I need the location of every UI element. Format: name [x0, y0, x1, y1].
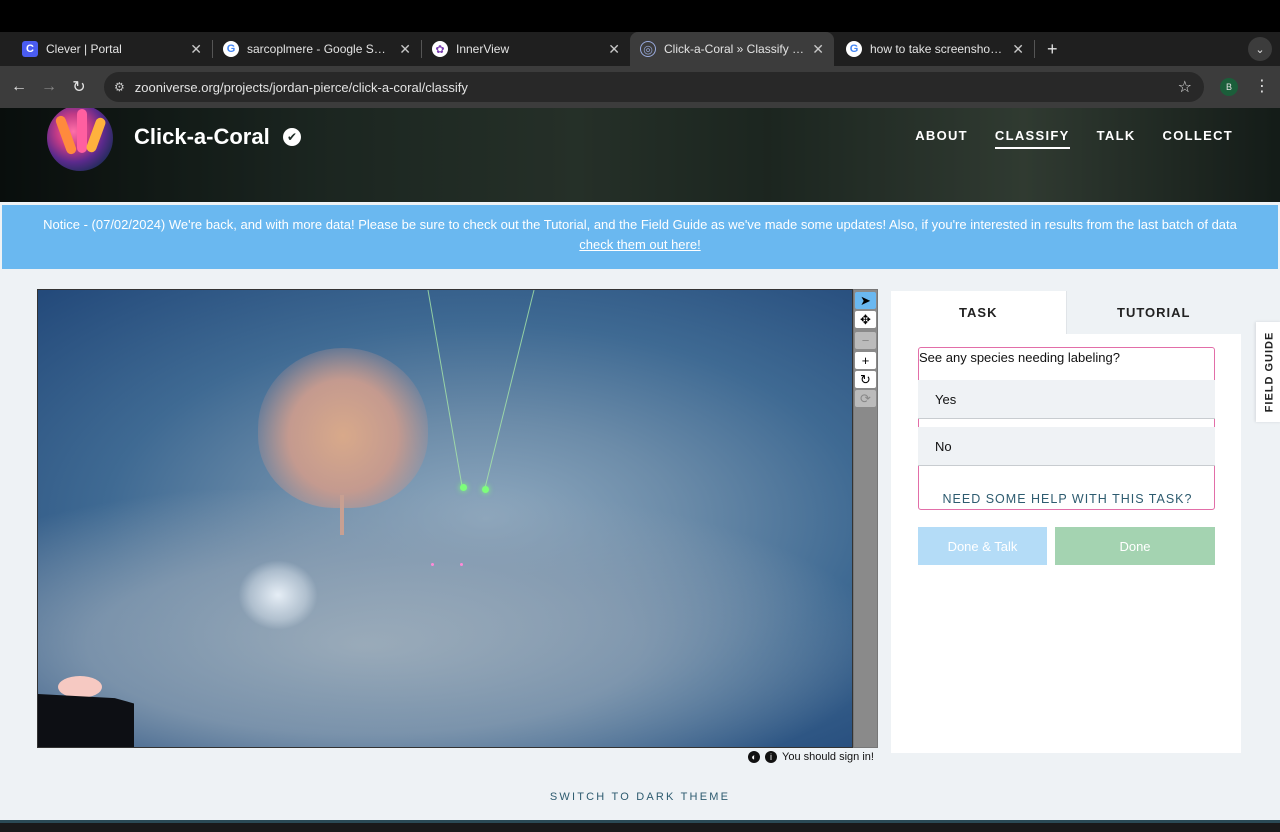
close-tab-icon[interactable]: ✕	[399, 41, 411, 58]
tab-title: Clever | Portal	[46, 42, 122, 56]
tab-title: InnerView	[456, 42, 510, 56]
pink-marker	[431, 563, 434, 566]
close-tab-icon[interactable]: ✕	[608, 41, 620, 58]
close-tab-icon[interactable]: ✕	[812, 41, 824, 58]
nav-classify[interactable]: CLASSIFY	[994, 128, 1070, 149]
notice-text: Notice - (07/02/2024) We're back, and wi…	[43, 217, 1237, 232]
laser-dot	[482, 486, 489, 493]
bookmark-star-icon[interactable]: ☆	[1178, 77, 1192, 97]
project-title[interactable]: Click-a-Coral	[134, 124, 270, 150]
rotate-icon[interactable]: ↻	[855, 371, 876, 388]
browser-tab-click-a-coral[interactable]: ◎ Click-a-Coral » Classify — Zo ✕	[630, 32, 834, 66]
reload-icon[interactable]: ↻	[64, 77, 94, 97]
nav-about[interactable]: ABOUT	[915, 128, 968, 149]
zoom-out-icon[interactable]: −	[855, 332, 876, 349]
project-header	[0, 108, 1280, 202]
task-panel: TASK TUTORIAL See any species needing la…	[891, 291, 1241, 753]
browser-menu-icon[interactable]: ⋮	[1254, 76, 1270, 96]
field-guide-label: FIELD GUIDE	[1263, 331, 1276, 413]
done-and-talk-button[interactable]: Done & Talk	[918, 527, 1047, 565]
field-guide-tab[interactable]: FIELD GUIDE	[1256, 322, 1280, 422]
close-tab-icon[interactable]: ✕	[1012, 41, 1024, 58]
pink-marker	[460, 563, 463, 566]
notice-banner: Notice - (07/02/2024) We're back, and wi…	[2, 205, 1278, 269]
tab-search-button[interactable]: ⌄	[1248, 37, 1272, 61]
laser-dot	[460, 484, 467, 491]
done-button[interactable]: Done	[1055, 527, 1215, 565]
notice-link[interactable]: check them out here!	[2, 235, 1278, 255]
address-bar[interactable]: ⚙ zooniverse.org/projects/jordan-pierce/…	[104, 72, 1204, 102]
tab-tutorial[interactable]: TUTORIAL	[1065, 291, 1241, 334]
move-icon[interactable]: ✥	[855, 311, 876, 328]
browser-tab-innerview[interactable]: ✿ InnerView ✕	[422, 32, 630, 66]
site-settings-icon[interactable]: ⚙	[114, 80, 125, 94]
reset-icon[interactable]: ⟳	[855, 390, 876, 407]
browser-tab-clever[interactable]: C Clever | Portal ✕	[0, 32, 212, 66]
page-content: Click-a-Coral ✔ ABOUT CLASSIFY TALK COLL…	[0, 108, 1280, 832]
url-text: zooniverse.org/projects/jordan-pierce/cl…	[134, 79, 468, 95]
browser-tab-google-search[interactable]: G sarcoplmere - Google Search ✕	[213, 32, 421, 66]
laser-beams	[427, 290, 535, 489]
new-tab-button[interactable]: +	[1035, 32, 1070, 66]
screen-top-bezel	[0, 0, 1280, 32]
nav-talk[interactable]: TALK	[1097, 128, 1136, 149]
google-favicon-icon: G	[223, 41, 239, 57]
zooniverse-favicon-icon: ◎	[640, 41, 656, 57]
browser-tab-screenshot-search[interactable]: G how to take screenshot on m ✕	[834, 32, 1034, 66]
tab-task[interactable]: TASK	[891, 291, 1066, 334]
clever-favicon-icon: C	[22, 41, 38, 57]
project-nav: ABOUT CLASSIFY TALK COLLECT	[915, 128, 1233, 149]
close-tab-icon[interactable]: ✕	[190, 41, 202, 58]
google-favicon-icon: G	[846, 41, 862, 57]
pointer-icon[interactable]: ➤	[855, 292, 876, 309]
image-toolbar: ➤ ✥ − + ↻ ⟳	[853, 289, 878, 748]
theme-contrast-icon[interactable]: ◐	[748, 751, 760, 763]
dark-theme-toggle[interactable]: SWITCH TO DARK THEME	[0, 791, 1280, 803]
task-help-link[interactable]: NEED SOME HELP WITH THIS TASK?	[919, 492, 1216, 506]
info-icon[interactable]: i	[765, 751, 777, 763]
footer	[0, 820, 1280, 832]
subject-image[interactable]	[37, 289, 853, 748]
innerview-favicon-icon: ✿	[432, 41, 448, 57]
forward-arrow-icon[interactable]: →	[34, 78, 64, 96]
profile-avatar[interactable]: B	[1220, 78, 1238, 96]
nav-collect[interactable]: COLLECT	[1163, 128, 1233, 149]
signin-prompt: ◐ i You should sign in!	[748, 751, 874, 763]
task-box: See any species needing labeling? Yes No…	[918, 347, 1215, 510]
answer-no-button[interactable]: No	[918, 427, 1215, 466]
back-arrow-icon[interactable]: ←	[4, 78, 34, 96]
rov-light	[58, 676, 102, 698]
tab-title: how to take screenshot on m	[870, 42, 1004, 56]
zoom-in-icon[interactable]: +	[855, 352, 876, 369]
answer-yes-button[interactable]: Yes	[918, 380, 1215, 419]
browser-tab-bar: C Clever | Portal ✕ G sarcoplmere - Goog…	[0, 32, 1280, 66]
task-question: See any species needing labeling?	[919, 350, 1120, 365]
task-tabs: TASK TUTORIAL	[891, 291, 1241, 334]
signin-text: You should sign in!	[782, 751, 874, 763]
tab-title: Click-a-Coral » Classify — Zo	[664, 42, 805, 56]
tab-title: sarcoplmere - Google Search	[247, 42, 392, 56]
project-avatar[interactable]	[47, 108, 113, 171]
verified-badge-icon: ✔	[283, 128, 301, 146]
browser-toolbar: ← → ↻ ⚙ zooniverse.org/projects/jordan-p…	[0, 66, 1280, 108]
